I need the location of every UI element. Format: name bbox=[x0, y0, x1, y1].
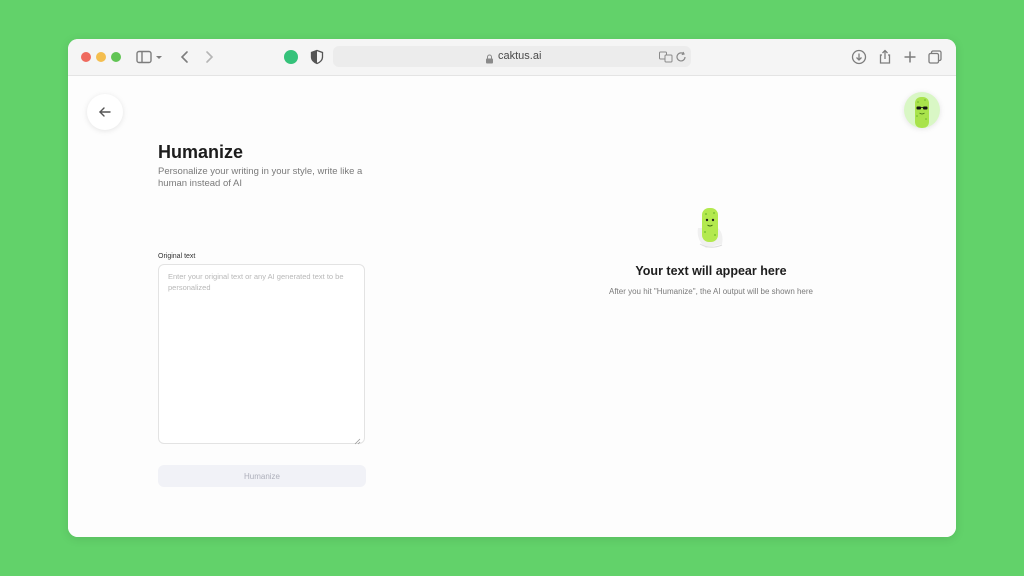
zoom-window-button[interactable] bbox=[111, 52, 121, 62]
plus-icon[interactable] bbox=[901, 48, 919, 66]
page-content: Humanize Personalize your writing in you… bbox=[68, 76, 956, 537]
chevron-right-icon[interactable] bbox=[200, 48, 218, 66]
url-text: caktus.ai bbox=[498, 50, 542, 62]
tabs-overview-icon[interactable] bbox=[926, 48, 944, 66]
address-bar[interactable]: caktus.ai bbox=[333, 46, 691, 67]
chevron-left-icon[interactable] bbox=[176, 48, 194, 66]
download-icon[interactable] bbox=[850, 48, 868, 66]
cactus-mascot-icon bbox=[692, 204, 728, 250]
humanize-button[interactable]: Humanize bbox=[158, 465, 366, 487]
original-text-label: Original text bbox=[158, 253, 196, 260]
close-window-button[interactable] bbox=[81, 52, 91, 62]
resize-handle-icon[interactable] bbox=[354, 432, 361, 445]
share-icon[interactable] bbox=[876, 48, 894, 66]
browser-window: caktus.ai Humanize Personalize your writ… bbox=[68, 39, 956, 537]
output-placeholder-title: Your text will appear here bbox=[635, 264, 787, 278]
page-title: Humanize bbox=[158, 142, 244, 162]
minimize-window-button[interactable] bbox=[96, 52, 106, 62]
avatar[interactable] bbox=[904, 92, 940, 128]
output-placeholder-subtitle: After you hit "Humanize", the AI output … bbox=[608, 287, 813, 296]
original-text-input[interactable] bbox=[158, 264, 365, 444]
arrow-left-icon bbox=[99, 107, 111, 117]
translate-icon[interactable] bbox=[659, 50, 673, 63]
reload-icon[interactable] bbox=[675, 50, 687, 62]
back-button[interactable] bbox=[87, 94, 123, 130]
cactus-mascot-icon bbox=[915, 97, 929, 128]
browser-toolbar: caktus.ai bbox=[68, 39, 956, 76]
sidebar-icon[interactable] bbox=[135, 48, 153, 66]
extension-icon[interactable] bbox=[284, 50, 298, 64]
shield-icon[interactable] bbox=[308, 48, 326, 66]
page-subtitle: Personalize your writing in your style, … bbox=[158, 166, 363, 189]
lock-icon bbox=[485, 51, 494, 64]
chevron-down-icon[interactable] bbox=[154, 48, 164, 66]
